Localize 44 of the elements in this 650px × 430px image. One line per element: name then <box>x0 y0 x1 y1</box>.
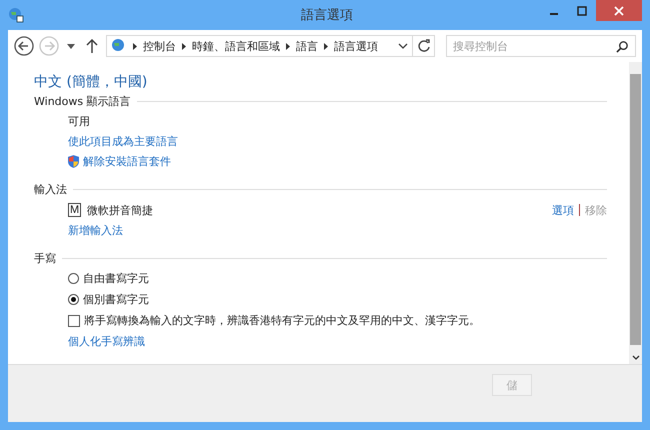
radio-button[interactable] <box>68 294 79 305</box>
option-label: 自由書寫字元 <box>83 272 149 285</box>
radio-button[interactable] <box>68 273 79 284</box>
checkbox[interactable] <box>68 314 80 326</box>
window-title: 語言選項 <box>300 7 354 24</box>
section-heading: 輸入法 <box>34 183 67 196</box>
dropdown-icon[interactable] <box>398 43 408 49</box>
breadcrumb-item[interactable]: 語言選項 <box>334 38 378 54</box>
link[interactable]: 使此項目成為主要語言 <box>68 135 178 148</box>
chevron-icon <box>182 42 186 50</box>
breadcrumb-item[interactable]: 時鐘、語言和區域 <box>192 38 280 54</box>
input-method-name: 微軟拼音簡捷 <box>87 204 154 216</box>
link[interactable]: 解除安裝語言套件 <box>83 155 171 168</box>
personalize-link[interactable]: 個人化手寫辨識 <box>68 335 145 348</box>
status-text: 可用 <box>67 115 91 128</box>
action-link[interactable]: 選項 <box>552 204 574 216</box>
search-field[interactable]: 搜尋控制台 <box>446 35 636 57</box>
chevron-icon <box>286 42 290 50</box>
scrollbar[interactable] <box>629 62 642 364</box>
section-heading: 手寫 <box>34 252 56 265</box>
address-bar[interactable]: 控制台 時鐘、語言和區域 語言 語言選項 <box>106 35 413 57</box>
close-icon <box>614 6 624 16</box>
search-icon <box>616 40 629 53</box>
refresh-icon <box>416 39 430 53</box>
option-label: 將手寫轉換為輸入的文字時，辨識香港特有字元的中文及罕用的中文、漢字字元。 <box>84 314 480 327</box>
breadcrumb-item[interactable]: 控制台 <box>143 38 176 54</box>
language-heading: 中文 (簡體，中國) <box>34 73 148 91</box>
globe-icon <box>8 7 24 23</box>
section-heading: Windows 顯示語言 <box>34 95 131 108</box>
chevron-down-icon[interactable] <box>632 355 640 360</box>
up-arrow-icon[interactable] <box>86 39 98 53</box>
option-label: 個別書寫字元 <box>83 293 149 306</box>
minimize-icon <box>550 13 558 15</box>
globe-icon <box>111 38 127 54</box>
breadcrumb-item[interactable]: 語言 <box>296 38 318 54</box>
maximize-icon <box>577 6 587 16</box>
back-button[interactable] <box>14 36 34 56</box>
chevron-icon <box>133 42 137 50</box>
keyboard-icon: M <box>68 203 82 217</box>
chevron-icon <box>324 42 328 50</box>
close-button[interactable] <box>596 0 642 21</box>
dropdown-icon[interactable] <box>67 44 75 48</box>
refresh-button[interactable] <box>413 35 435 57</box>
add-input-method-link[interactable]: 新增輸入法 <box>68 224 123 237</box>
